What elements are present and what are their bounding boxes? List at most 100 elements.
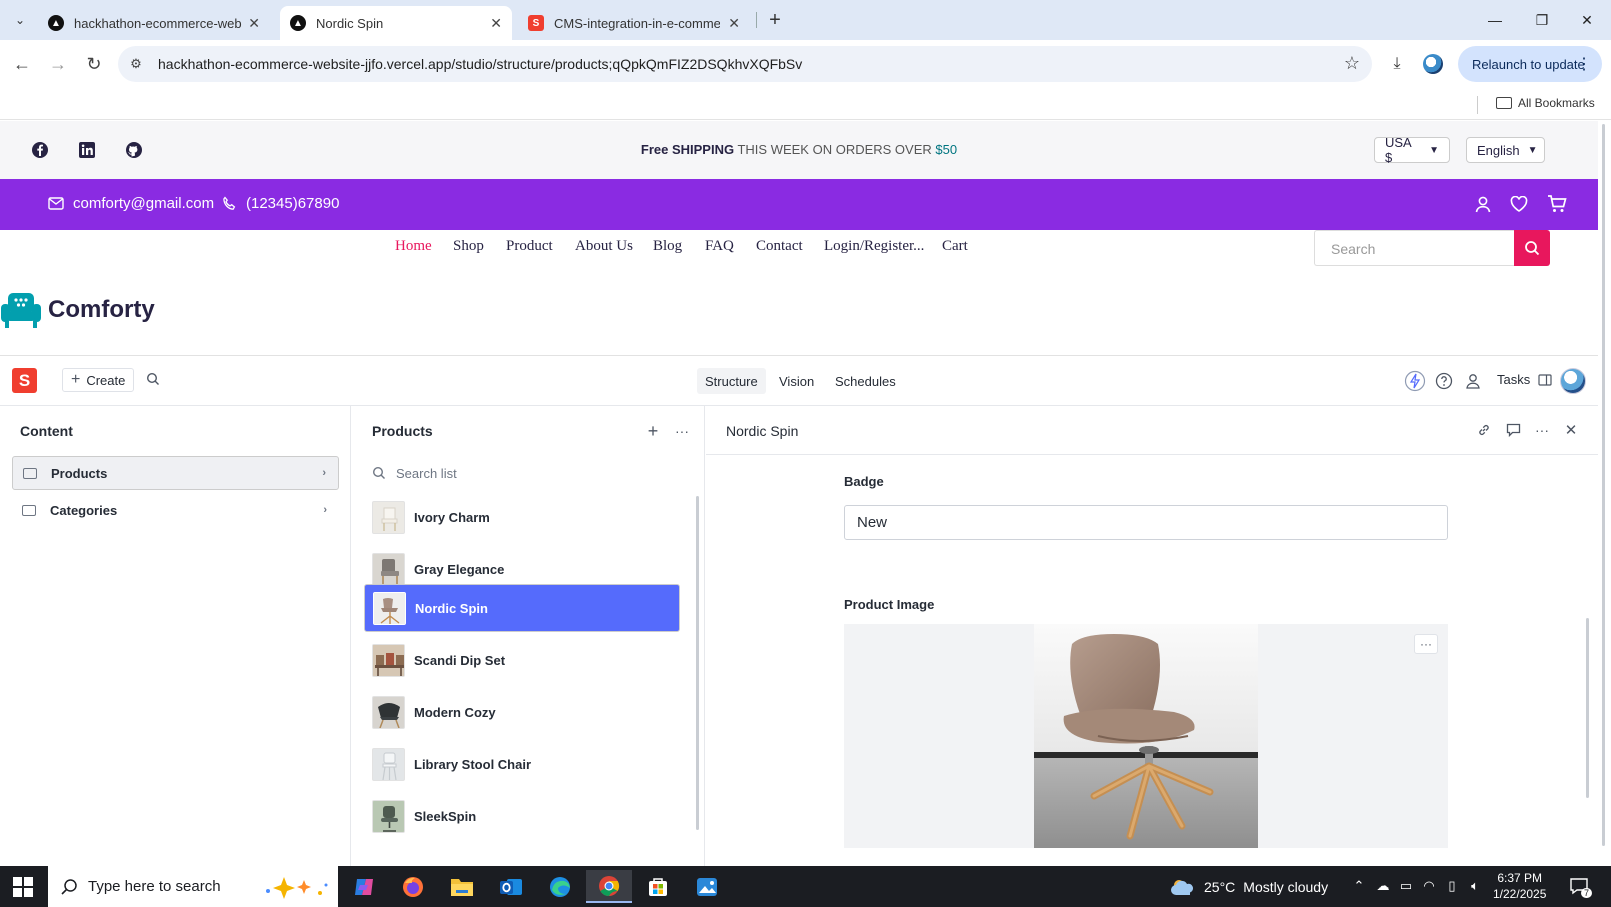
search-list-input[interactable]: Search list: [364, 460, 684, 486]
nav-shop[interactable]: Shop: [453, 238, 484, 255]
firefox-app-icon[interactable]: [390, 870, 436, 903]
tab-search-dropdown[interactable]: ⌄: [8, 8, 32, 32]
studio-search-icon[interactable]: [146, 372, 160, 389]
product-item-selected[interactable]: Nordic Spin: [364, 584, 680, 632]
restore-icon[interactable]: ❐: [1530, 8, 1554, 32]
product-item[interactable]: Ivory Charm: [364, 493, 680, 541]
product-item[interactable]: Library Stool Chair: [364, 740, 680, 788]
close-tab-icon[interactable]: ✕: [728, 15, 740, 32]
nav-about-us[interactable]: About Us: [575, 238, 633, 255]
battery-icon[interactable]: ▯: [1443, 877, 1461, 895]
content-item-categories[interactable]: Categories ›: [12, 493, 339, 527]
tab-schedules[interactable]: Schedules: [827, 368, 904, 394]
windows-start-icon[interactable]: [13, 877, 33, 897]
nav-blog[interactable]: Blog: [653, 238, 682, 255]
content-item-products[interactable]: Products ›: [12, 456, 339, 490]
tab-vision[interactable]: Vision: [771, 368, 822, 394]
lightning-icon[interactable]: [1404, 370, 1426, 392]
tab-hackathon[interactable]: ▲ hackhathon-ecommerce-website ✕: [38, 6, 270, 40]
tab-structure[interactable]: Structure: [697, 368, 766, 394]
forward-icon[interactable]: →: [46, 52, 70, 76]
chrome-app-icon[interactable]: [586, 870, 632, 903]
cart-icon[interactable]: [1546, 193, 1568, 215]
badge-input[interactable]: New: [844, 505, 1448, 540]
more-options-icon[interactable]: ···: [1532, 420, 1552, 440]
page-scrollbar[interactable]: [1602, 124, 1605, 846]
bookmark-star-icon[interactable]: ☆: [1344, 53, 1360, 74]
product-item[interactable]: Scandi Dip Set: [364, 636, 680, 684]
product-item[interactable]: SleekSpin: [364, 792, 680, 840]
photos-app-icon[interactable]: [684, 870, 730, 903]
notifications-icon[interactable]: 7: [1568, 876, 1592, 898]
language-select[interactable]: English ▼: [1466, 137, 1545, 163]
wifi-icon[interactable]: ◠: [1420, 877, 1438, 895]
site-search-input[interactable]: Search: [1314, 230, 1514, 266]
user-avatar[interactable]: [1560, 368, 1586, 394]
brand-logo[interactable]: Comforty: [0, 290, 155, 330]
help-icon[interactable]: [1433, 370, 1455, 392]
folder-icon: [22, 504, 36, 516]
document-scrollbar[interactable]: [1586, 618, 1589, 798]
all-bookmarks-button[interactable]: All Bookmarks: [1496, 96, 1595, 110]
comment-icon[interactable]: [1503, 420, 1523, 440]
heart-icon[interactable]: [1508, 193, 1530, 215]
relaunch-button[interactable]: Relaunch to update ⋮: [1458, 46, 1602, 82]
nav-faq[interactable]: FAQ: [705, 238, 734, 255]
search-icon: [61, 878, 77, 895]
presence-icon[interactable]: [1462, 370, 1484, 392]
url-text[interactable]: hackhathon-ecommerce-website-jjfo.vercel…: [158, 56, 802, 72]
taskbar-search-box[interactable]: Type here to search: [48, 866, 338, 907]
tab-nordic-spin[interactable]: ▲ Nordic Spin ✕: [280, 6, 512, 40]
contact-email[interactable]: comforty@gmail.com: [48, 195, 214, 212]
close-tab-icon[interactable]: ✕: [490, 15, 502, 32]
onedrive-icon[interactable]: ☁: [1374, 877, 1392, 895]
address-bar[interactable]: ⚙ hackhathon-ecommerce-website-jjfo.verc…: [118, 46, 1372, 82]
add-document-icon[interactable]: +: [644, 421, 662, 441]
sanity-logo[interactable]: S: [12, 368, 37, 393]
more-options-icon[interactable]: ···: [673, 422, 691, 440]
create-button[interactable]: + Create: [62, 368, 135, 392]
site-info-icon[interactable]: ⚙: [126, 54, 146, 74]
close-window-icon[interactable]: ✕: [1575, 8, 1599, 32]
site-search-button[interactable]: [1514, 230, 1550, 266]
product-image-field[interactable]: ···: [844, 624, 1448, 848]
close-tab-icon[interactable]: ✕: [248, 15, 260, 32]
nav-login-register[interactable]: Login/Register...: [824, 238, 924, 255]
chevron-up-icon[interactable]: ⌃: [1350, 877, 1368, 895]
image-options-button[interactable]: ···: [1414, 634, 1438, 654]
reload-icon[interactable]: ↻: [82, 52, 106, 76]
tab-cms-integration[interactable]: S CMS-integration-in-e-commerce ✕: [518, 6, 750, 40]
browser-menu-icon[interactable]: ⋮: [1576, 54, 1592, 74]
taskbar-clock[interactable]: 6:37 PM 1/22/2025: [1493, 870, 1546, 902]
product-name: Ivory Charm: [414, 509, 490, 525]
tasks-button[interactable]: Tasks: [1497, 372, 1552, 387]
contact-phone[interactable]: (12345)67890: [222, 195, 339, 212]
outlook-app-icon[interactable]: [488, 870, 534, 903]
downloads-icon[interactable]: ⤓: [1385, 52, 1409, 76]
user-icon[interactable]: [1472, 193, 1494, 215]
microsoft-store-app-icon[interactable]: [635, 870, 681, 903]
search-icon: [372, 466, 385, 479]
display-icon[interactable]: ▭: [1397, 877, 1415, 895]
nav-product[interactable]: Product: [506, 238, 553, 255]
profile-icon[interactable]: [1421, 52, 1445, 76]
volume-icon[interactable]: 🔈︎: [1466, 877, 1484, 895]
product-item[interactable]: Modern Cozy: [364, 688, 680, 736]
currency-select[interactable]: USA $ ▼: [1374, 135, 1450, 165]
file-explorer-app-icon[interactable]: [439, 870, 485, 903]
link-icon[interactable]: [1474, 420, 1494, 440]
products-scrollbar[interactable]: [696, 496, 699, 830]
create-label: Create: [86, 372, 126, 388]
nav-contact[interactable]: Contact: [756, 238, 803, 255]
content-pane: Content Products › Categories ›: [0, 406, 351, 866]
weather-temp: 25°C: [1204, 879, 1236, 895]
minimize-icon[interactable]: —: [1483, 8, 1507, 32]
nav-cart[interactable]: Cart: [942, 238, 968, 255]
edge-app-icon[interactable]: [537, 870, 583, 903]
back-icon[interactable]: ←: [10, 52, 34, 76]
weather-widget[interactable]: 25°C Mostly cloudy: [1170, 877, 1328, 897]
nav-home[interactable]: Home: [395, 238, 432, 255]
close-pane-icon[interactable]: ✕: [1561, 420, 1581, 440]
copilot-app-icon[interactable]: [341, 870, 387, 903]
new-tab-button[interactable]: +: [763, 8, 787, 32]
